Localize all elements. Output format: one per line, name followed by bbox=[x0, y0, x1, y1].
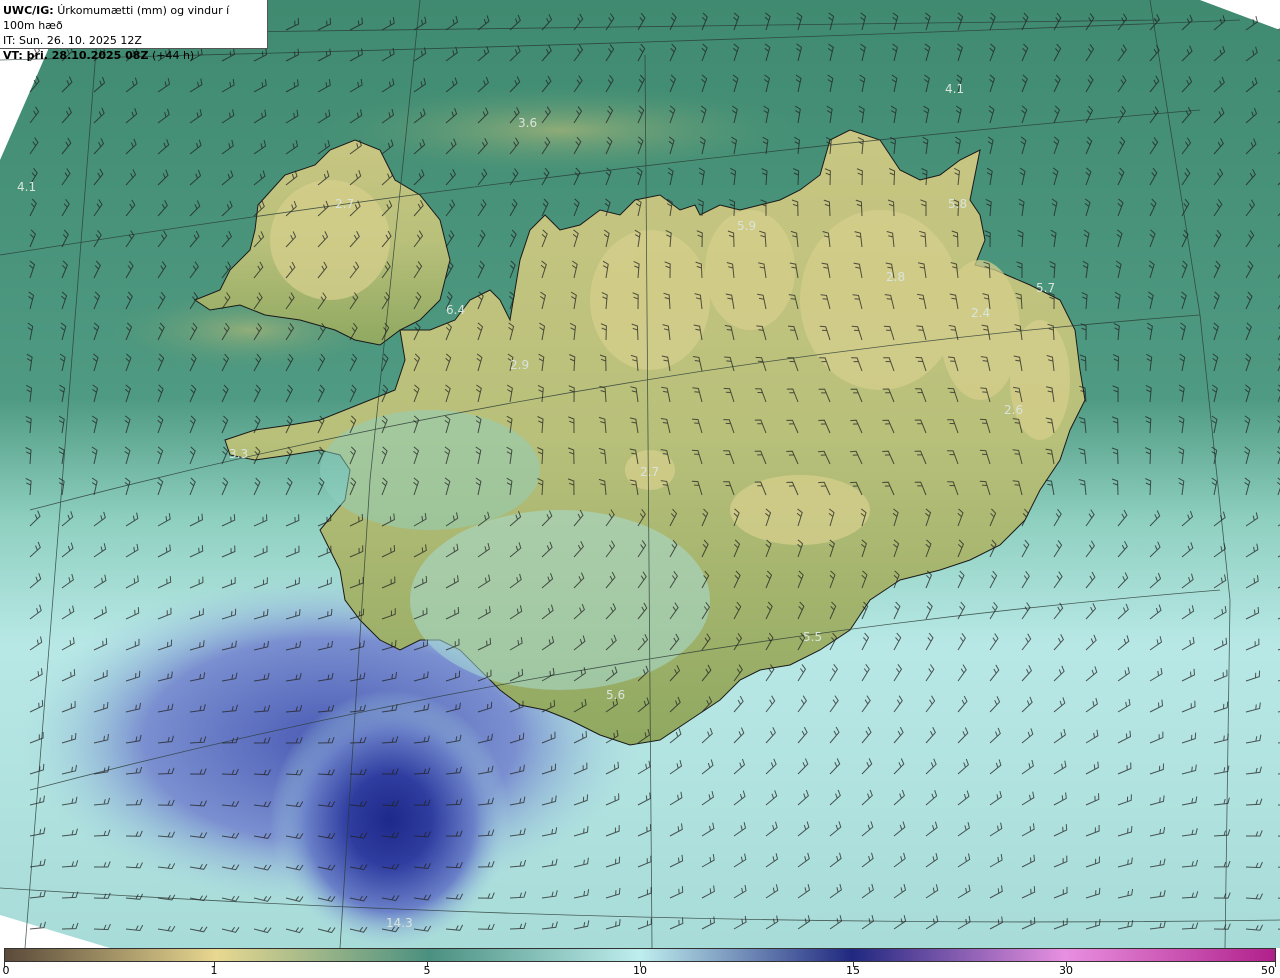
legend-label-10: 10 bbox=[633, 964, 647, 977]
band-north bbox=[320, 85, 800, 175]
issue-time: IT: Sun. 26. 10. 2025 12Z bbox=[3, 34, 142, 47]
label-4.1-ne: 4.1 bbox=[945, 82, 964, 96]
label-2.6: 2.6 bbox=[1004, 403, 1023, 417]
label-2.9: 2.9 bbox=[510, 358, 529, 372]
south-lowlands bbox=[410, 510, 710, 690]
color-legend: 0 1 5 10 15 30 50 bbox=[0, 948, 1280, 978]
precip-blue-core bbox=[270, 690, 510, 948]
label-5.5: 5.5 bbox=[803, 630, 822, 644]
label-2.7-wf: 2.7 bbox=[335, 197, 354, 211]
label-14.3: 14.3 bbox=[386, 916, 413, 930]
west-lowlands bbox=[320, 410, 540, 530]
legend-colorbar bbox=[4, 948, 1276, 962]
legend-label-15: 15 bbox=[846, 964, 860, 977]
label-3.3: 3.3 bbox=[229, 447, 248, 461]
label-2.4: 2.4 bbox=[971, 306, 990, 320]
forecast-offset: (+44 h) bbox=[151, 49, 195, 62]
precipitation-map: 3.6 4.1 4.1 2.7 5.9 5.8 5.7 6.4 2.8 2.4 … bbox=[0, 0, 1280, 948]
valid-time: VT: þri. 28.10.2025 08Z bbox=[3, 49, 149, 62]
map-header: UWC/IG: Úrkomumætti (mm) og vindur í 100… bbox=[0, 0, 268, 62]
legend-label-5: 5 bbox=[423, 964, 431, 977]
legend-tick-50 bbox=[1275, 962, 1276, 967]
legend-label-50: 50 bbox=[1261, 964, 1275, 977]
label-6.4: 6.4 bbox=[446, 303, 465, 317]
legend-label-0: 0 bbox=[2, 964, 10, 977]
valid-time-line: VT: þri. 28.10.2025 08Z (+44 h) bbox=[3, 48, 264, 63]
legend-label-1: 1 bbox=[210, 964, 218, 977]
label-5.7: 5.7 bbox=[1036, 281, 1055, 295]
title-line: UWC/IG: Úrkomumætti (mm) og vindur í 100… bbox=[3, 3, 264, 33]
label-2.8: 2.8 bbox=[886, 270, 905, 284]
label-5.8: 5.8 bbox=[948, 197, 967, 211]
model-code: UWC/IG: bbox=[3, 4, 54, 17]
label-5.6: 5.6 bbox=[606, 688, 625, 702]
label-4.1-w: 4.1 bbox=[17, 180, 36, 194]
label-2.7-s: 2.7 bbox=[640, 465, 659, 479]
label-5.9: 5.9 bbox=[737, 219, 756, 233]
label-3.6: 3.6 bbox=[518, 116, 537, 130]
legend-label-30: 30 bbox=[1059, 964, 1073, 977]
